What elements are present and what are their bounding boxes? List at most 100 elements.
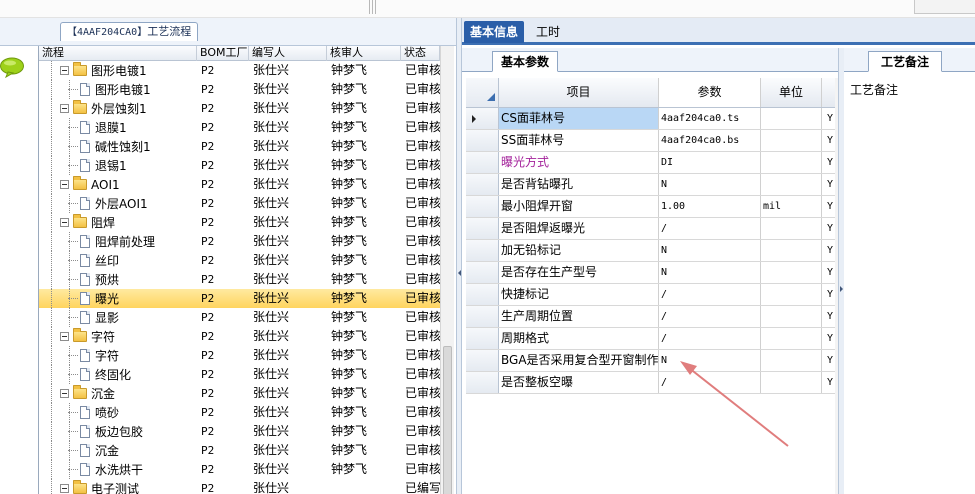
tree-row[interactable]: 图形电镀1 P2 张仕兴 钟梦飞 已审核 (39, 80, 440, 99)
row-selector[interactable] (466, 218, 499, 239)
speech-bubble-icon[interactable] (0, 57, 25, 78)
param-value-cell[interactable]: 4aaf204ca0.ts (659, 108, 761, 129)
tree-row[interactable]: 丝印 P2 张仕兴 钟梦飞 已审核 (39, 251, 440, 270)
tab-basic-info[interactable]: 基本信息 (464, 21, 525, 43)
tree-node[interactable]: 喷砂 (68, 403, 119, 422)
tree-node[interactable]: AOI1 (60, 175, 120, 194)
tree-node[interactable]: 沉金 (60, 384, 115, 403)
row-selector[interactable] (466, 372, 499, 393)
param-row[interactable]: 最小阻焊开窗 1.00 mil Y (466, 196, 839, 218)
param-row[interactable]: 加无铅标记 N Y (466, 240, 839, 262)
param-value-cell[interactable]: N (659, 174, 761, 195)
tree-row[interactable]: 显影 P2 张仕兴 钟梦飞 已审核 (39, 308, 440, 327)
row-selector[interactable] (466, 306, 499, 327)
tree-collapse-icon[interactable] (60, 66, 69, 75)
tree-scroll-thumb[interactable] (443, 346, 452, 494)
tree-node[interactable]: 退膜1 (68, 118, 127, 137)
toolbar-grip[interactable] (369, 0, 376, 14)
tree-node[interactable]: 外层蚀刻1 (60, 99, 147, 118)
tree-collapse-icon[interactable] (60, 180, 69, 189)
tree-row[interactable]: 板边包胶 P2 张仕兴 钟梦飞 已审核 (39, 422, 440, 441)
column-header-item[interactable]: 项目 (499, 78, 659, 107)
select-all-corner[interactable] (466, 78, 499, 107)
row-selector[interactable] (466, 152, 499, 173)
tree-node[interactable]: 沉金 (68, 441, 119, 460)
tree-node[interactable]: 预烘 (68, 270, 119, 289)
tree-row[interactable]: 外层AOI1 P2 张仕兴 钟梦飞 已审核 (39, 194, 440, 213)
param-unit-cell[interactable] (761, 218, 822, 239)
row-selector[interactable] (466, 350, 499, 371)
tree-collapse-icon[interactable] (60, 389, 69, 398)
param-row[interactable]: CS面菲林号 4aaf204ca0.ts Y (466, 108, 839, 130)
tab-process-remark[interactable]: 工艺备注 (868, 51, 943, 72)
row-selector[interactable] (466, 130, 499, 151)
tree-collapse-icon[interactable] (60, 218, 69, 227)
tree-node[interactable]: 碱性蚀刻1 (68, 137, 151, 156)
column-header-author[interactable]: 编写人 (249, 46, 327, 61)
tree-vertical-scrollbar[interactable] (440, 46, 454, 494)
param-value-cell[interactable]: / (659, 218, 761, 239)
row-selector[interactable] (466, 262, 499, 283)
tree-node[interactable]: 退锡1 (68, 156, 127, 175)
tree-row[interactable]: 预烘 P2 张仕兴 钟梦飞 已审核 (39, 270, 440, 289)
column-header-unit[interactable]: 单位 (761, 78, 822, 107)
column-header-reviewer[interactable]: 核审人 (327, 46, 401, 61)
collapse-right-icon[interactable] (840, 286, 843, 292)
row-selector[interactable] (466, 174, 499, 195)
param-unit-cell[interactable] (761, 284, 822, 305)
tree-node[interactable]: 板边包胶 (68, 422, 143, 441)
param-value-cell[interactable]: / (659, 284, 761, 305)
column-header-flow[interactable]: 流程 (39, 46, 197, 61)
tree-collapse-icon[interactable] (60, 104, 69, 113)
tree-collapse-icon[interactable] (60, 332, 69, 341)
tree-node[interactable]: 显影 (68, 308, 119, 327)
param-value-cell[interactable]: N (659, 262, 761, 283)
tree-row[interactable]: 退锡1 P2 张仕兴 钟梦飞 已审核 (39, 156, 440, 175)
param-unit-cell[interactable] (761, 130, 822, 151)
param-row[interactable]: 是否背钻曝孔 N Y (466, 174, 839, 196)
column-header-bom[interactable]: BOM工厂 (197, 46, 249, 61)
tree-row[interactable]: 沉金 P2 张仕兴 钟梦飞 已审核 (39, 384, 440, 403)
param-row[interactable]: 生产周期位置 / Y (466, 306, 839, 328)
tree-row[interactable]: AOI1 P2 张仕兴 钟梦飞 已审核 (39, 175, 440, 194)
param-value-cell[interactable]: DI (659, 152, 761, 173)
param-value-cell[interactable]: N (659, 240, 761, 261)
tree-row[interactable]: 电子测试 P2 张仕兴 已编写 (39, 479, 440, 494)
collapse-left-icon[interactable] (458, 270, 461, 276)
row-selector[interactable] (466, 240, 499, 261)
row-selector[interactable] (466, 284, 499, 305)
param-unit-cell[interactable] (761, 262, 822, 283)
param-unit-cell[interactable] (761, 152, 822, 173)
tree-node[interactable]: 水洗烘干 (68, 460, 143, 479)
column-header-status[interactable]: 状态 (401, 46, 440, 61)
param-row[interactable]: 快捷标记 / Y (466, 284, 839, 306)
param-value-cell[interactable]: 4aaf204ca0.bs (659, 130, 761, 151)
tree-node[interactable]: 字符 (68, 346, 119, 365)
tree-row[interactable]: 图形电镀1 P2 张仕兴 钟梦飞 已审核 (39, 61, 440, 80)
tree-collapse-icon[interactable] (60, 484, 69, 493)
tree-node[interactable]: 外层AOI1 (68, 194, 148, 213)
row-selector[interactable] (466, 328, 499, 349)
tree-row[interactable]: 喷砂 P2 张仕兴 钟梦飞 已审核 (39, 403, 440, 422)
tree-row[interactable]: 阻焊 P2 张仕兴 钟梦飞 已审核 (39, 213, 440, 232)
tree-node[interactable]: 阻焊 (60, 213, 115, 232)
tree-node[interactable]: 丝印 (68, 251, 119, 270)
tree-node[interactable]: 图形电镀1 (68, 80, 151, 99)
tree-node[interactable]: 图形电镀1 (60, 61, 147, 80)
tree-row[interactable]: 水洗烘干 P2 张仕兴 钟梦飞 已审核 (39, 460, 440, 479)
tree-row[interactable]: 碱性蚀刻1 P2 张仕兴 钟梦飞 已审核 (39, 137, 440, 156)
tree-row[interactable]: 字符 P2 张仕兴 钟梦飞 已审核 (39, 346, 440, 365)
param-row[interactable]: SS面菲林号 4aaf204ca0.bs Y (466, 130, 839, 152)
param-row[interactable]: 是否阻焊返曝光 / Y (466, 218, 839, 240)
param-unit-cell[interactable] (761, 108, 822, 129)
tree-row[interactable]: 沉金 P2 张仕兴 钟梦飞 已审核 (39, 441, 440, 460)
row-selector[interactable] (466, 108, 499, 129)
row-selector[interactable] (466, 196, 499, 217)
tree-node[interactable]: 曝光 (68, 289, 119, 308)
column-header-param[interactable]: 参数 (659, 78, 761, 107)
param-unit-cell[interactable] (761, 240, 822, 261)
tree-node[interactable]: 终固化 (68, 365, 131, 384)
tree-row[interactable]: 曝光 P2 张仕兴 钟梦飞 已审核 (39, 289, 440, 308)
tree-row[interactable]: 终固化 P2 张仕兴 钟梦飞 已审核 (39, 365, 440, 384)
tab-work-hours[interactable]: 工时 (530, 21, 566, 43)
